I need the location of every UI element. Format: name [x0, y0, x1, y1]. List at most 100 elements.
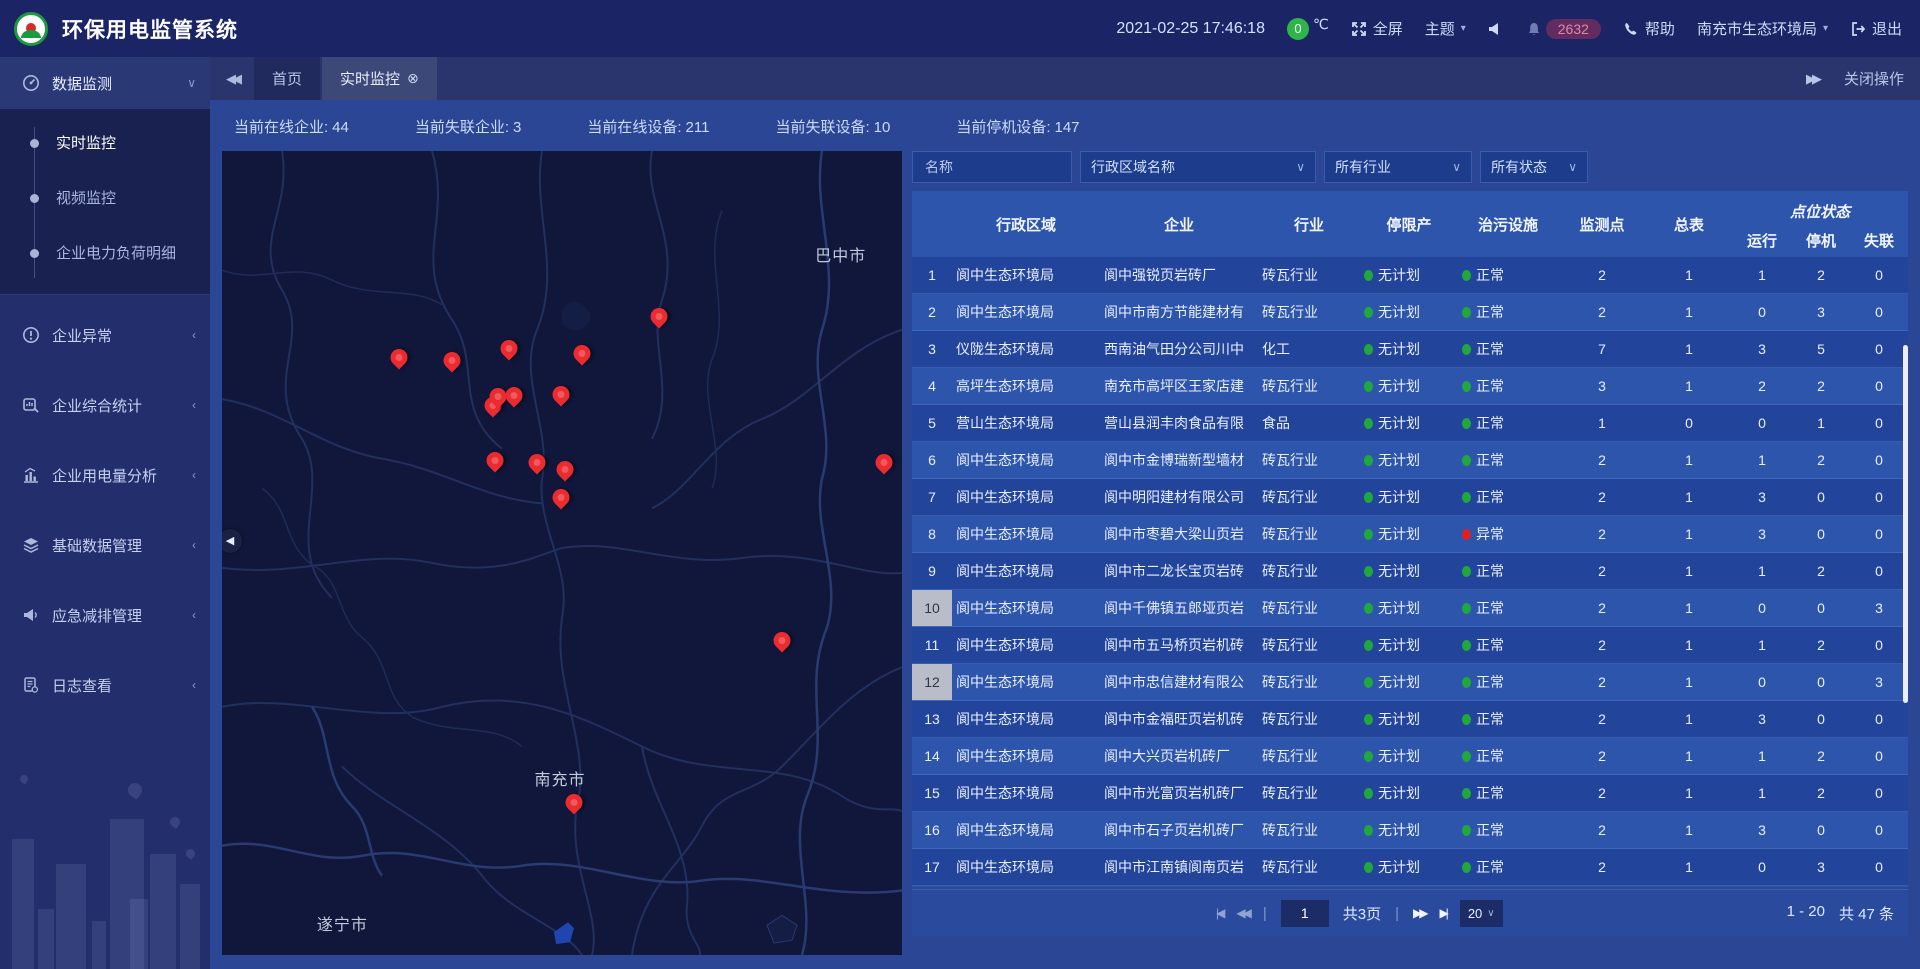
table-row[interactable]: 13 阆中生态环境局 阆中市金福旺页岩机砖 砖瓦行业 无计划 正常 2 1 3 …: [912, 701, 1908, 738]
notification-area[interactable]: 2632: [1526, 19, 1601, 39]
table-row[interactable]: 4 高坪生态环境局 南充市高坪区王家店建 砖瓦行业 无计划 正常 3 1 2 2…: [912, 368, 1908, 405]
row-company: 南充市高坪区王家店建: [1100, 376, 1258, 396]
table-row[interactable]: 11 阆中生态环境局 阆中市五马桥页岩机砖 砖瓦行业 无计划 正常 2 1 1 …: [912, 627, 1908, 664]
close-operations-button[interactable]: 关闭操作: [1844, 68, 1904, 89]
phone-icon: [1623, 21, 1639, 37]
industry-filter-select[interactable]: 所有行业 ∨: [1324, 151, 1472, 183]
row-total-meters: 1: [1646, 822, 1732, 838]
status-dot-limit: [1364, 862, 1373, 873]
region-filter-select[interactable]: 行政区域名称 ∨: [1080, 151, 1316, 183]
row-lost-count: 0: [1850, 489, 1908, 505]
row-stopped-count: 3: [1792, 859, 1850, 875]
logout-button[interactable]: 退出: [1850, 18, 1902, 39]
first-page-icon[interactable]: |◀: [1216, 906, 1222, 920]
status-filter-select[interactable]: 所有状态 ∨: [1480, 151, 1588, 183]
mute-button[interactable]: [1488, 21, 1504, 37]
table-row[interactable]: 5 营山生态环境局 营山县润丰肉食品有限 食品 无计划 正常 1 0 0 1 0: [912, 405, 1908, 442]
row-stopped-count: 3: [1792, 304, 1850, 320]
table-row[interactable]: 9 阆中生态环境局 阆中市二龙长宝页岩砖 砖瓦行业 无计划 正常 2 1 1 2…: [912, 553, 1908, 590]
sidebar-item-base-data[interactable]: 基础数据管理 ‹: [0, 519, 210, 571]
tab-home[interactable]: 首页: [254, 57, 320, 100]
stat-online-enterprises: 当前在线企业:44: [234, 116, 349, 137]
table-row[interactable]: 3 仪陇生态环境局 西南油气田分公司川中 化工 无计划 正常 7 1 3 5 0: [912, 331, 1908, 368]
map-panel[interactable]: 巴中市 南充市 遂宁市 ◀: [222, 151, 902, 955]
page-number-input[interactable]: 1: [1281, 900, 1329, 927]
sidebar-item-data-monitor[interactable]: 数据监测 ∨: [0, 57, 210, 109]
table-body[interactable]: 1 阆中生态环境局 阆中强锐页岩砖厂 砖瓦行业 无计划 正常 2 1 1 2 0…: [912, 257, 1908, 887]
row-industry: 砖瓦行业: [1258, 561, 1360, 581]
row-company: 阆中市二龙长宝页岩砖: [1100, 561, 1258, 581]
row-region: 阆中生态环境局: [952, 265, 1100, 285]
close-icon[interactable]: ⊗: [407, 70, 419, 87]
table-row[interactable]: 2 阆中生态环境局 阆中市南方节能建材有 砖瓦行业 无计划 正常 2 1 0 3…: [912, 294, 1908, 331]
row-company: 阆中市金博瑞新型墙材: [1100, 450, 1258, 470]
tabs-scroll-left-icon[interactable]: ◀◀: [210, 71, 254, 87]
name-filter[interactable]: [912, 151, 1072, 183]
table-row[interactable]: 10 阆中生态环境局 阆中千佛镇五郎垭页岩 砖瓦行业 无计划 正常 2 1 0 …: [912, 590, 1908, 627]
table-row[interactable]: 18 南部生态环境局 南部县兴华水泥有限公 建材加工 无计划 正常 6 0 0 …: [912, 886, 1908, 887]
table-row[interactable]: 1 阆中生态环境局 阆中强锐页岩砖厂 砖瓦行业 无计划 正常 2 1 1 2 0: [912, 257, 1908, 294]
row-total-meters: 1: [1646, 452, 1732, 468]
status-dot-facility: [1462, 714, 1471, 725]
row-stopped-count: 0: [1792, 526, 1850, 542]
row-stopped-count: 2: [1792, 637, 1850, 653]
row-lost-count: 3: [1850, 674, 1908, 690]
row-total-meters: 1: [1646, 378, 1732, 394]
sidebar-item-power-load-detail[interactable]: 企业电力负荷明细: [0, 225, 210, 280]
chevron-left-icon: ‹: [192, 468, 196, 482]
table-row[interactable]: 6 阆中生态环境局 阆中市金博瑞新型墙材 砖瓦行业 无计划 正常 2 1 1 2…: [912, 442, 1908, 479]
sidebar-item-log-view[interactable]: 日志查看 ‹: [0, 659, 210, 711]
row-lost-count: 0: [1850, 563, 1908, 579]
gauge-icon: [22, 74, 40, 92]
org-dropdown[interactable]: 南充市生态环境局 ▾: [1697, 18, 1828, 39]
row-total-meters: 1: [1646, 563, 1732, 579]
help-button[interactable]: 帮助: [1623, 18, 1675, 39]
sidebar-item-power-analysis[interactable]: 企业用电量分析 ‹: [0, 449, 210, 501]
next-page-icon[interactable]: ▶▶: [1413, 906, 1425, 920]
theme-dropdown[interactable]: 主题 ▾: [1425, 18, 1466, 39]
chevron-down-icon: ∨: [1296, 160, 1305, 174]
row-company: 西南油气田分公司川中: [1100, 339, 1258, 359]
table-row[interactable]: 12 阆中生态环境局 阆中市忠信建材有限公 砖瓦行业 无计划 正常 2 1 0 …: [912, 664, 1908, 701]
sidebar-item-label: 日志查看: [52, 675, 112, 696]
tabs-scroll-right-icon[interactable]: ▶▶: [1806, 71, 1818, 87]
row-industry: 砖瓦行业: [1258, 746, 1360, 766]
sidebar-item-emergency-reduction[interactable]: 应急减排管理 ‹: [0, 589, 210, 641]
table-scrollbar[interactable]: [1903, 345, 1908, 703]
table-row[interactable]: 17 阆中生态环境局 阆中市江南镇阆南页岩 砖瓦行业 无计划 正常 2 1 0 …: [912, 849, 1908, 886]
table-row[interactable]: 15 阆中生态环境局 阆中市光富页岩机砖厂 砖瓦行业 无计划 正常 2 1 1 …: [912, 775, 1908, 812]
table-row[interactable]: 14 阆中生态环境局 阆中大兴页岩机砖厂 砖瓦行业 无计划 正常 2 1 1 2…: [912, 738, 1908, 775]
row-lost-count: 0: [1850, 267, 1908, 283]
table-row[interactable]: 8 阆中生态环境局 阆中市枣碧大梁山页岩 砖瓦行业 无计划 异常 2 1 3 0…: [912, 516, 1908, 553]
row-monitor-points: 2: [1558, 304, 1646, 320]
row-stopped-count: 0: [1792, 674, 1850, 690]
last-page-icon[interactable]: ▶|: [1439, 906, 1445, 920]
status-dot-facility: [1462, 492, 1471, 503]
filter-bar: 行政区域名称 ∨ 所有行业 ∨ 所有状态 ∨: [912, 151, 1908, 183]
column-header-limit: 停限产: [1360, 191, 1458, 257]
fullscreen-button[interactable]: 全屏: [1351, 18, 1403, 39]
name-filter-input[interactable]: [923, 158, 1061, 176]
page-size-select[interactable]: 20 ∨: [1460, 900, 1503, 927]
sidebar-item-enterprise-stats[interactable]: 企业综合统计 ‹: [0, 379, 210, 431]
status-dot-facility: [1462, 307, 1471, 318]
previous-page-icon[interactable]: ◀◀: [1236, 906, 1248, 920]
table-row[interactable]: 16 阆中生态环境局 阆中市石子页岩机砖厂 砖瓦行业 无计划 正常 2 1 3 …: [912, 812, 1908, 849]
table-row[interactable]: 7 阆中生态环境局 阆中明阳建材有限公司 砖瓦行业 无计划 正常 2 1 3 0…: [912, 479, 1908, 516]
row-total-meters: 0: [1646, 415, 1732, 431]
sidebar-item-label: 基础数据管理: [52, 535, 142, 556]
sidebar-item-realtime-monitor[interactable]: 实时监控: [0, 115, 210, 170]
row-lost-count: 0: [1850, 748, 1908, 764]
row-lost-count: 0: [1850, 637, 1908, 653]
sidebar-item-enterprise-abnormal[interactable]: 企业异常 ‹: [0, 309, 210, 361]
chevron-left-icon: ◀: [226, 534, 234, 547]
chevron-left-icon: ‹: [192, 328, 196, 342]
city-label-suining: 遂宁市: [317, 911, 368, 935]
row-facility-status: 异常: [1476, 524, 1504, 544]
row-monitor-points: 2: [1558, 563, 1646, 579]
sidebar-item-video-monitor[interactable]: 视频监控: [0, 170, 210, 225]
row-index: 16: [912, 812, 952, 848]
row-monitor-points: 2: [1558, 600, 1646, 616]
status-dot-facility: [1462, 270, 1471, 281]
tab-realtime-monitor[interactable]: 实时监控 ⊗: [322, 57, 437, 100]
